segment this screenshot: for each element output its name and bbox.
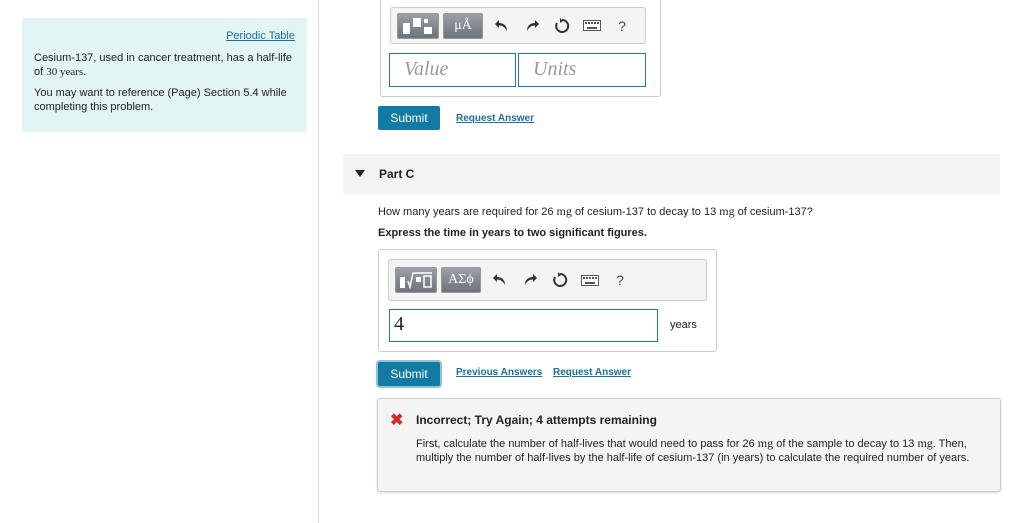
value-input[interactable]: Value xyxy=(389,53,516,87)
previous-answers-link[interactable]: Previous Answers xyxy=(456,367,542,378)
templates-button[interactable] xyxy=(397,12,439,39)
redo-icon[interactable] xyxy=(517,13,547,39)
incorrect-x-icon: ✖ xyxy=(390,412,404,429)
part-b-math-toolbar: μÅ ? xyxy=(390,7,646,44)
part-c-header[interactable]: Part C xyxy=(343,154,1000,194)
part-b-submit-button[interactable]: Submit xyxy=(378,106,440,130)
reset-icon[interactable] xyxy=(545,267,575,293)
part-c-instruction: Express the time in years to two signifi… xyxy=(378,227,647,239)
help-button[interactable]: ? xyxy=(607,13,637,39)
part-c-submit-button[interactable]: Submit xyxy=(378,362,440,386)
part-c-math-toolbar: ΑΣϕ ? xyxy=(388,259,707,301)
undo-icon[interactable] xyxy=(485,267,515,293)
unit-mg: mg xyxy=(556,204,572,218)
feedback-panel: ✖ Incorrect; Try Again; 4 attempts remai… xyxy=(377,398,1001,492)
half-life-value: 30 years xyxy=(46,66,84,78)
redo-icon[interactable] xyxy=(515,267,545,293)
symbols-label: μÅ xyxy=(454,17,472,33)
keyboard-icon[interactable] xyxy=(577,13,607,39)
value-placeholder: Value xyxy=(404,58,449,80)
answer-units: years xyxy=(670,319,697,331)
templates-button[interactable] xyxy=(395,267,437,293)
undo-icon[interactable] xyxy=(487,13,517,39)
symbols-button[interactable]: ΑΣϕ xyxy=(441,267,481,293)
part-b-request-answer-link[interactable]: Request Answer xyxy=(456,113,534,124)
periodic-table-link[interactable]: Periodic Table xyxy=(34,30,295,42)
feedback-hint: First, calculate the number of half-live… xyxy=(416,436,970,464)
reference-text: You may want to reference (Page) Section… xyxy=(34,87,287,113)
keyboard-icon[interactable] xyxy=(575,267,605,293)
units-input[interactable]: Units xyxy=(518,53,646,87)
help-button[interactable]: ? xyxy=(605,267,635,293)
answer-input[interactable]: 4 xyxy=(389,309,658,342)
feedback-title: Incorrect; Try Again; 4 attempts remaini… xyxy=(416,413,657,427)
answer-value: 4 xyxy=(394,313,404,335)
problem-intro: Cesium-137, used in cancer treatment, ha… xyxy=(34,52,293,78)
panel-divider xyxy=(318,0,319,523)
reset-icon[interactable] xyxy=(547,13,577,39)
collapse-triangle-icon xyxy=(355,170,365,177)
symbols-label: ΑΣϕ xyxy=(448,272,474,287)
part-c-title: Part C xyxy=(379,167,415,181)
templates-icon xyxy=(400,272,432,289)
part-c-request-answer-link[interactable]: Request Answer xyxy=(553,367,631,378)
symbols-button[interactable]: μÅ xyxy=(443,12,483,39)
problem-info-panel: Periodic Table Cesium-137, used in cance… xyxy=(22,18,307,132)
templates-icon xyxy=(403,17,432,34)
part-c-question: How many years are required for 26 mg of… xyxy=(378,204,813,218)
units-placeholder: Units xyxy=(533,58,577,80)
unit-mg: mg xyxy=(719,204,735,218)
